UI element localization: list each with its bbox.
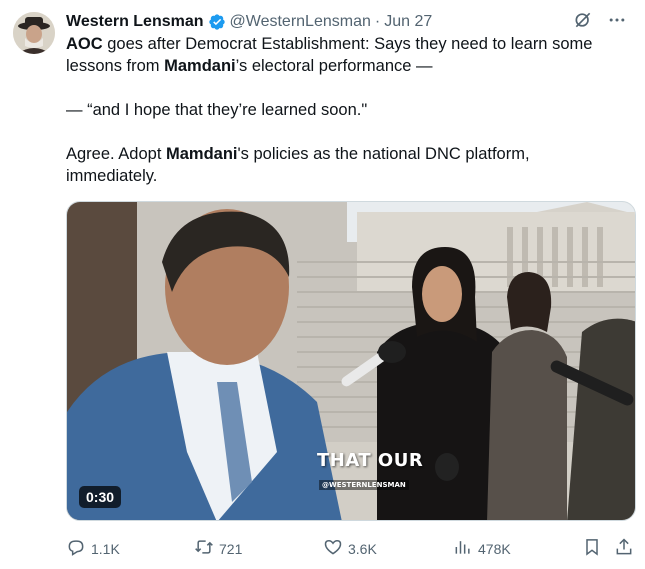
tweet[interactable]: Western Lensman @WesternLensman · Jun 27…	[0, 0, 645, 569]
tweet-line-2-pre: lessons from	[66, 57, 165, 75]
header-separator: ·	[374, 13, 381, 30]
tweet-line-1-bold: AOC	[66, 35, 103, 53]
tweet-header: Western Lensman @WesternLensman · Jun 27	[66, 10, 627, 34]
avatar[interactable]	[13, 12, 55, 54]
tweet-line-4-pre: Agree. Adopt	[66, 145, 166, 163]
video-frame	[67, 202, 635, 520]
retweet-icon	[194, 537, 219, 560]
reply-icon	[66, 537, 91, 560]
like-count: 3.6K	[348, 540, 377, 557]
reply-button[interactable]: 1.1K	[66, 537, 120, 560]
share-icon	[614, 537, 639, 560]
author-handle[interactable]: @WesternLensman	[230, 13, 371, 31]
tweet-line-4-bold: Mamdani	[166, 145, 238, 163]
tweet-line-2: lessons from Mamdani’s electoral perform…	[66, 55, 626, 77]
views-count: 478K	[478, 540, 511, 557]
grok-icon[interactable]	[573, 10, 593, 30]
views-button[interactable]: 478K	[453, 537, 511, 560]
video-player[interactable]: THAT OUR @WESTERNLENSMAN 0:30	[66, 201, 636, 521]
tweet-line-2-rest: ’s electoral performance —	[235, 57, 433, 75]
tweet-line-4-rest: 's policies as the national DNC platform…	[237, 145, 530, 163]
author-name[interactable]: Western Lensman	[66, 13, 204, 31]
verified-badge-icon	[208, 13, 226, 31]
tweet-date[interactable]: Jun 27	[384, 13, 432, 31]
share-button[interactable]	[614, 537, 639, 560]
video-caption: THAT OUR	[317, 450, 424, 471]
retweet-count: 721	[219, 540, 243, 557]
bookmark-button[interactable]	[582, 537, 607, 560]
heart-icon	[323, 537, 348, 560]
like-button[interactable]: 3.6K	[323, 537, 377, 560]
reply-count: 1.1K	[91, 540, 120, 557]
tweet-line-3: — “and I hope that they’re learned soon.…	[66, 101, 368, 119]
action-bar: 1.1K 721 3.6K 478K	[66, 537, 636, 559]
retweet-button[interactable]: 721	[194, 537, 242, 560]
tweet-line-5: immediately.	[66, 167, 158, 185]
bookmark-icon	[582, 537, 607, 560]
more-icon[interactable]	[607, 10, 627, 30]
views-icon	[453, 537, 478, 560]
tweet-line-4: Agree. Adopt Mamdani's policies as the n…	[66, 143, 626, 165]
tweet-line-2-bold: Mamdani	[164, 57, 236, 75]
header-actions	[573, 10, 627, 30]
tweet-line-1: AOC goes after Democrat Establishment: S…	[66, 33, 626, 55]
tweet-line-1-rest: goes after Democrat Establishment: Says …	[102, 35, 593, 53]
tweet-text: AOC goes after Democrat Establishment: S…	[66, 33, 626, 187]
video-duration: 0:30	[79, 486, 122, 508]
video-watermark: @WESTERNLENSMAN	[319, 480, 409, 490]
